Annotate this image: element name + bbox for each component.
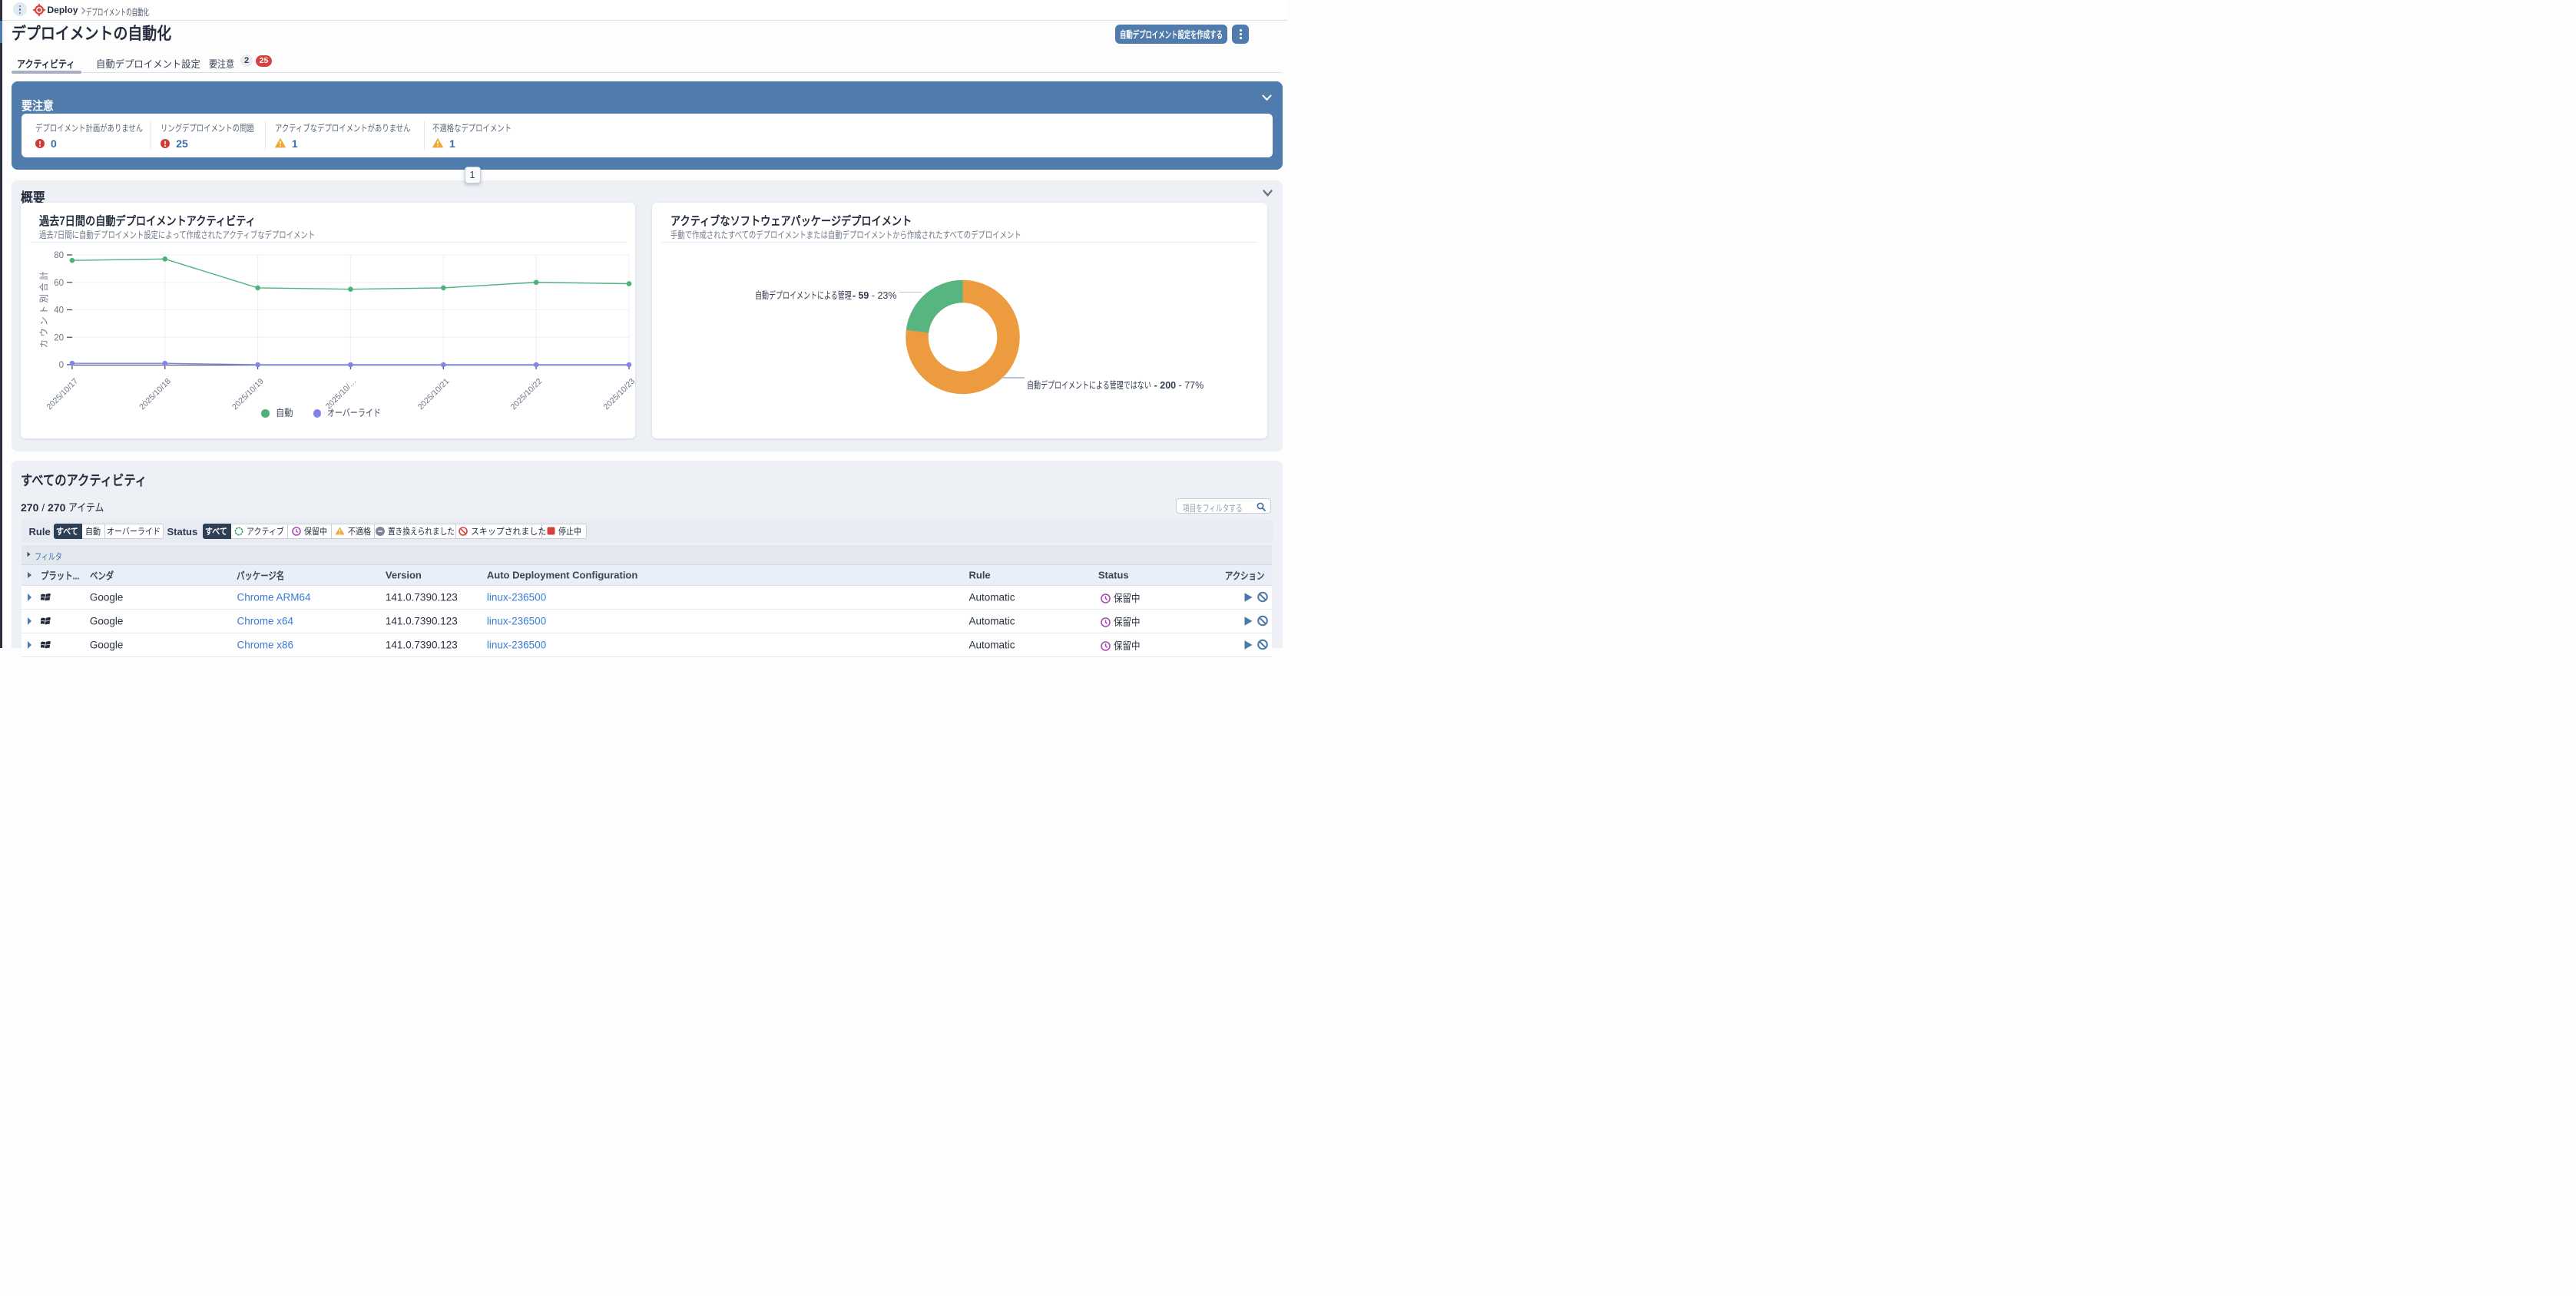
svg-text:0: 0 xyxy=(58,361,63,370)
svg-text:60: 60 xyxy=(54,279,64,288)
svg-text:80: 80 xyxy=(54,251,64,260)
svg-text:40: 40 xyxy=(54,306,64,316)
svg-text:カウント別合計: カウント別合計 xyxy=(38,272,49,349)
svg-text:20: 20 xyxy=(54,333,64,342)
